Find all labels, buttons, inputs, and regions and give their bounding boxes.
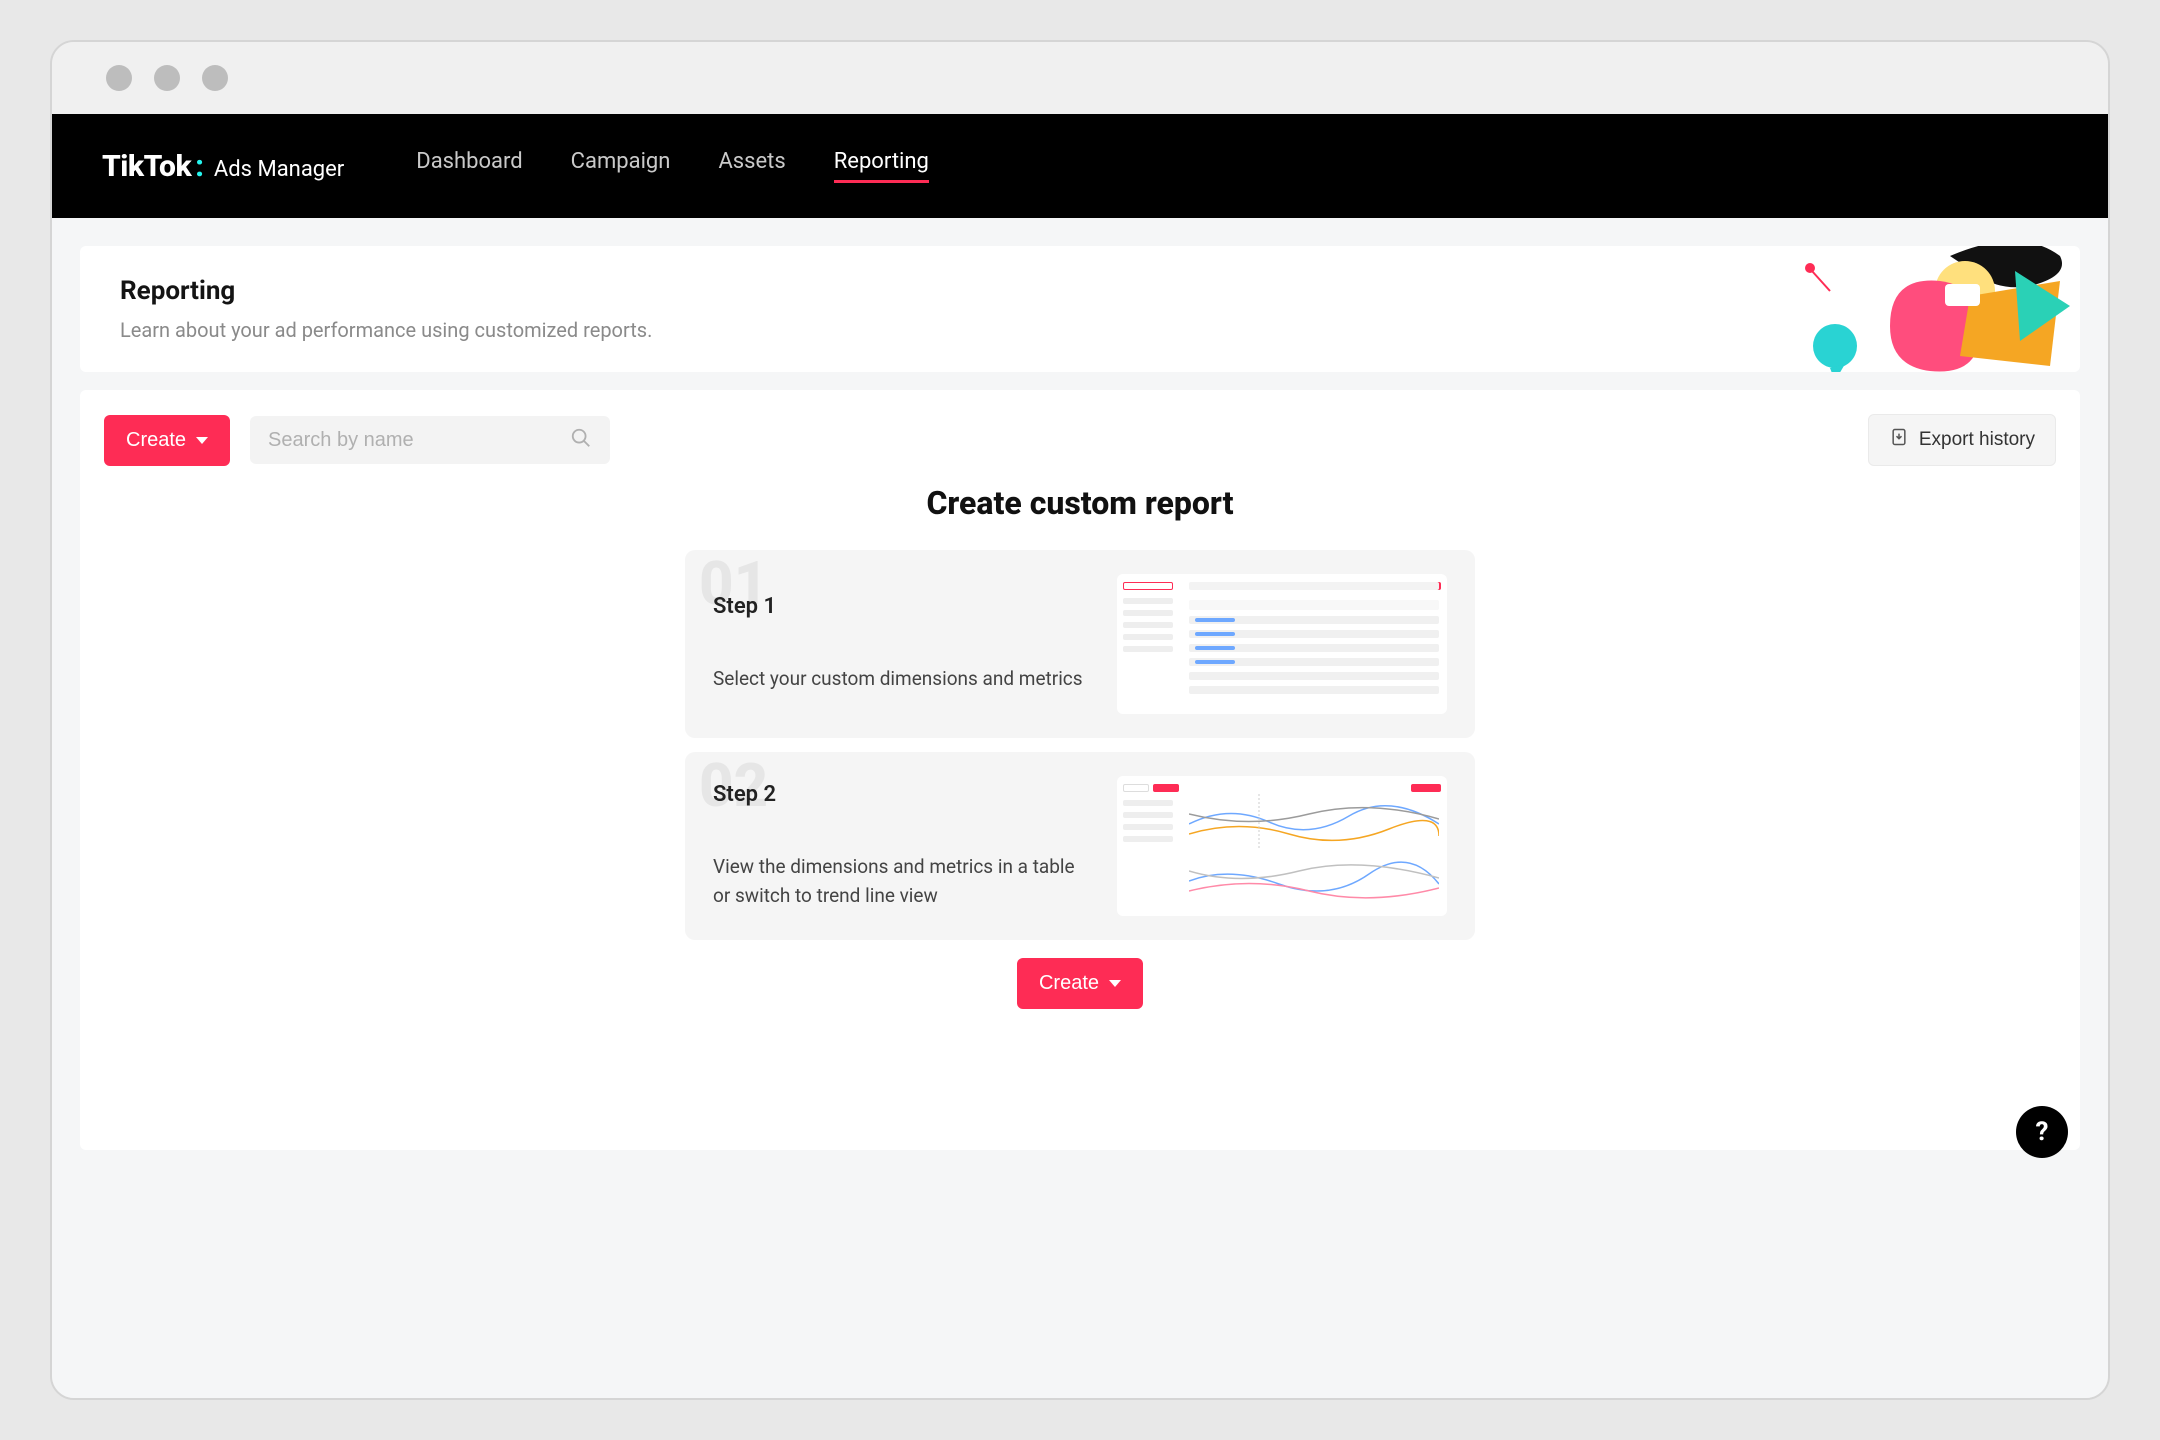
window-dot (106, 65, 132, 91)
page-subtitle: Learn about your ad performance using cu… (120, 318, 2040, 342)
step-card-2: 02 Step 2 View the dimensions and metric… (685, 752, 1475, 940)
section-title: Create custom report (104, 484, 2056, 522)
file-export-icon (1889, 427, 1909, 453)
primary-nav: Dashboard Campaign Assets Reporting (416, 149, 929, 183)
export-history-label: Export history (1919, 429, 2035, 451)
create-button-label: Create (126, 429, 186, 452)
brand-subtitle: Ads Manager (214, 157, 344, 182)
create-report-label: Create (1039, 972, 1099, 995)
chevron-down-icon (1109, 980, 1121, 987)
page-header-card: Reporting Learn about your ad performanc… (80, 246, 2080, 372)
search-input[interactable] (268, 429, 570, 452)
step-title: Step 2 (713, 782, 1093, 807)
step-title: Step 1 (713, 594, 1093, 619)
browser-chrome (52, 42, 2108, 114)
search-icon (570, 427, 592, 453)
create-center-wrap: Create (104, 958, 2056, 1009)
brand-logo: TikTok : Ads Manager (102, 149, 344, 184)
top-navbar: TikTok : Ads Manager Dashboard Campaign … (52, 114, 2108, 218)
nav-assets[interactable]: Assets (718, 149, 785, 183)
window-dot (202, 65, 228, 91)
export-history-button[interactable]: Export history (1868, 414, 2056, 466)
step-text: Step 1 Select your custom dimensions and… (713, 594, 1093, 694)
browser-frame: TikTok : Ads Manager Dashboard Campaign … (50, 40, 2110, 1400)
help-icon: ? (2036, 1117, 2049, 1147)
search-field[interactable] (250, 416, 610, 464)
content-card: Create Export history Create custom rep (80, 390, 2080, 1150)
nav-campaign[interactable]: Campaign (571, 149, 671, 183)
step-description: View the dimensions and metrics in a tab… (713, 853, 1093, 910)
hero-illustration (1770, 246, 2070, 372)
nav-reporting[interactable]: Reporting (834, 149, 929, 183)
create-report-button[interactable]: Create (1017, 958, 1143, 1009)
page-body: Reporting Learn about your ad performanc… (52, 218, 2108, 1398)
create-button[interactable]: Create (104, 415, 230, 466)
brand-name: TikTok (102, 149, 191, 184)
brand-colon-icon: : (195, 149, 204, 184)
chevron-down-icon (196, 437, 208, 444)
help-fab-button[interactable]: ? (2016, 1106, 2068, 1158)
steps-list: 01 Step 1 Select your custom dimensions … (685, 550, 1475, 940)
nav-dashboard[interactable]: Dashboard (416, 149, 522, 183)
toolbar: Create Export history (104, 414, 2056, 466)
page-title: Reporting (120, 276, 2040, 306)
step-preview-table (1117, 574, 1447, 714)
step-preview-trend (1117, 776, 1447, 916)
step-card-1: 01 Step 1 Select your custom dimensions … (685, 550, 1475, 738)
window-dot (154, 65, 180, 91)
step-description: Select your custom dimensions and metric… (713, 665, 1093, 694)
step-text: Step 2 View the dimensions and metrics i… (713, 782, 1093, 910)
